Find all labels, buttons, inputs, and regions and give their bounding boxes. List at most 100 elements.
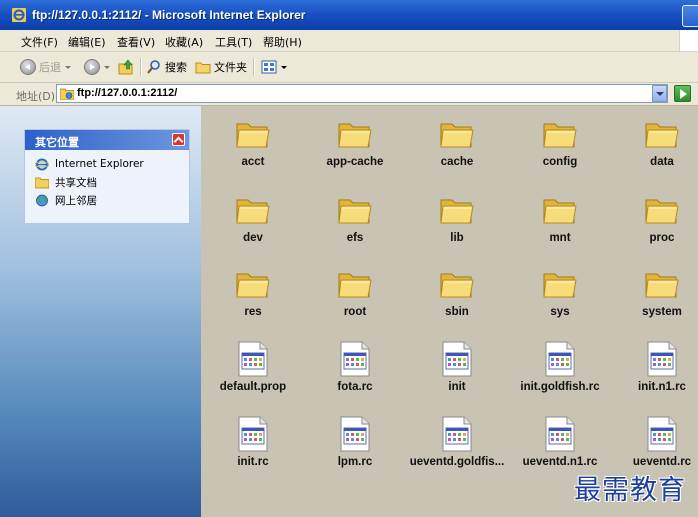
folder-icon — [644, 266, 680, 302]
file-item[interactable]: lpm.rc — [305, 416, 405, 472]
file-name: config — [542, 156, 578, 168]
forward-arrow-icon — [84, 59, 100, 75]
menu-help[interactable]: 帮助(H) — [263, 34, 302, 50]
file-name: default.prop — [219, 381, 287, 393]
folder-icon — [542, 192, 578, 228]
folder-icon — [337, 192, 373, 228]
folder-icon — [439, 116, 475, 152]
file-name: sbin — [445, 306, 469, 318]
other-places-header[interactable]: 其它位置 — [25, 130, 189, 150]
folder-item[interactable]: efs — [305, 192, 405, 248]
file-name: root — [343, 306, 367, 318]
file-name: init — [448, 381, 466, 393]
folder-item[interactable]: sys — [510, 266, 610, 322]
file-name: ueventd.goldfis... — [409, 456, 505, 468]
system-file-icon — [542, 341, 578, 377]
address-input[interactable]: ftp://127.0.0.1:2112/ — [56, 84, 668, 103]
file-name: mnt — [549, 232, 571, 244]
folder-item[interactable]: config — [510, 116, 610, 172]
task-pane: 其它位置 Internet Explorer 共享文档 网上邻居 — [0, 106, 201, 517]
back-button[interactable]: 后退 — [20, 57, 71, 77]
file-name: acct — [241, 156, 265, 168]
search-button[interactable]: 搜索 — [146, 57, 187, 77]
folder-item[interactable]: mnt — [510, 192, 610, 248]
minimize-button[interactable] — [682, 5, 698, 27]
system-file-icon — [337, 416, 373, 452]
file-item[interactable]: ueventd.goldfis... — [407, 416, 507, 472]
system-file-icon — [439, 416, 475, 452]
folder-icon — [195, 62, 211, 74]
folder-item[interactable]: res — [203, 266, 303, 322]
ie-logo-icon — [12, 8, 26, 22]
folder-icon — [542, 266, 578, 302]
folder-item[interactable]: data — [612, 116, 698, 172]
menu-bar: 文件(F) 编辑(E) 查看(V) 收藏(A) 工具(T) 帮助(H) — [0, 30, 698, 52]
folder-item[interactable]: acct — [203, 116, 303, 172]
file-name: fota.rc — [337, 381, 373, 393]
place-network[interactable]: 网上邻居 — [35, 192, 97, 208]
folders-label: 文件夹 — [214, 61, 247, 74]
folder-item[interactable]: sbin — [407, 266, 507, 322]
address-dropdown-button[interactable] — [652, 85, 667, 102]
up-folder-icon — [118, 59, 133, 75]
file-item[interactable]: init.rc — [203, 416, 303, 472]
file-name: sys — [550, 306, 570, 318]
folder-item[interactable]: system — [612, 266, 698, 322]
address-url: ftp://127.0.0.1:2112/ — [77, 87, 178, 99]
watermark-text: 最需教育 — [574, 475, 686, 506]
folder-item[interactable]: dev — [203, 192, 303, 248]
menu-edit[interactable]: 编辑(E) — [68, 34, 106, 50]
go-button[interactable] — [674, 85, 691, 102]
file-item[interactable]: init.goldfish.rc — [510, 341, 610, 397]
folders-button[interactable]: 文件夹 — [195, 57, 247, 77]
chevron-down-icon — [104, 65, 110, 69]
file-item[interactable]: init — [407, 341, 507, 397]
file-name: efs — [346, 232, 364, 244]
folder-item[interactable]: root — [305, 266, 405, 322]
file-item[interactable]: fota.rc — [305, 341, 405, 397]
windows-flag-icon — [679, 30, 698, 51]
views-button[interactable] — [261, 57, 287, 77]
folder-item[interactable]: app-cache — [305, 116, 405, 172]
menu-tools[interactable]: 工具(T) — [215, 34, 252, 50]
search-label: 搜索 — [165, 61, 187, 74]
window-title: ftp://127.0.0.1:2112/ - Microsoft Intern… — [32, 8, 306, 22]
folder-icon — [235, 116, 271, 152]
file-item[interactable]: ueventd.n1.rc — [510, 416, 610, 472]
file-name: cache — [440, 156, 474, 168]
file-item[interactable]: init.n1.rc — [612, 341, 698, 397]
system-file-icon — [235, 341, 271, 377]
menu-file[interactable]: 文件(F) — [21, 34, 58, 50]
system-file-icon — [439, 341, 475, 377]
ftp-folder-icon — [60, 88, 74, 100]
place-label: Internet Explorer — [55, 158, 144, 170]
file-name: init.rc — [237, 456, 269, 468]
system-file-icon — [235, 416, 271, 452]
file-name: init.goldfish.rc — [520, 381, 600, 393]
network-globe-icon — [36, 194, 48, 206]
place-label: 共享文档 — [55, 176, 97, 189]
place-internet-explorer[interactable]: Internet Explorer — [35, 156, 144, 172]
other-places-title: 其它位置 — [35, 136, 79, 149]
internet-explorer-icon — [35, 158, 49, 170]
folder-item[interactable]: proc — [612, 192, 698, 248]
forward-button[interactable] — [84, 57, 110, 77]
up-folder-button[interactable] — [118, 57, 134, 77]
folder-icon — [644, 116, 680, 152]
file-item[interactable]: ueventd.rc — [612, 416, 698, 472]
file-name: app-cache — [326, 156, 384, 168]
folder-item[interactable]: lib — [407, 192, 507, 248]
toolbar-separator — [140, 58, 142, 76]
folder-icon — [439, 266, 475, 302]
file-name: dev — [243, 232, 263, 244]
other-places-panel: 其它位置 Internet Explorer 共享文档 网上邻居 — [24, 129, 190, 224]
back-arrow-icon — [20, 59, 36, 75]
place-shared-documents[interactable]: 共享文档 — [35, 174, 97, 190]
menu-view[interactable]: 查看(V) — [117, 34, 155, 50]
file-name: init.n1.rc — [638, 381, 686, 393]
collapse-chevron-icon[interactable] — [172, 133, 185, 146]
file-item[interactable]: default.prop — [203, 341, 303, 397]
folder-item[interactable]: cache — [407, 116, 507, 172]
menu-favorites[interactable]: 收藏(A) — [165, 34, 203, 50]
folder-icon — [644, 192, 680, 228]
